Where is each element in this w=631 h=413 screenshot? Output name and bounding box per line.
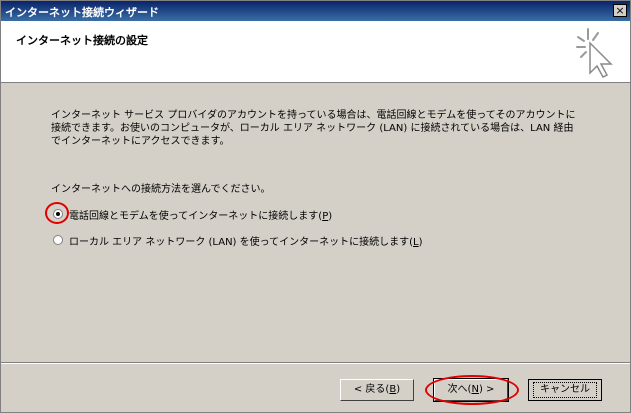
title-bar: インターネット接続ウィザード × [1, 1, 630, 21]
close-icon: × [615, 4, 625, 17]
option-lan[interactable]: ローカル エリア ネットワーク (LAN) を使ってインターネットに接続します(… [53, 232, 423, 248]
footer-divider-highlight [1, 363, 630, 364]
sparkle-cursor-icon [576, 28, 613, 78]
radio-modem[interactable] [53, 209, 63, 219]
window-title: インターネット接続ウィザード [5, 6, 159, 19]
close-button[interactable]: × [613, 4, 627, 17]
wizard-window: インターネット接続ウィザード × インターネット接続の設定 インターネット サー… [0, 0, 631, 413]
next-button[interactable]: 次へ(N) > [433, 378, 509, 402]
option-lan-label: ローカル エリア ネットワーク (LAN) を使ってインターネットに接続します(… [69, 236, 423, 248]
option-modem[interactable]: 電話回線とモデムを使ってインターネットに接続します(P) [53, 206, 332, 222]
connection-prompt: インターネットへの接続方法を選んでください。 [51, 184, 271, 195]
option-modem-label: 電話回線とモデムを使ってインターネットに接続します(P) [69, 210, 333, 222]
cancel-button[interactable]: キャンセル [528, 379, 602, 401]
radio-lan[interactable] [53, 235, 63, 245]
page-title: インターネット接続の設定 [16, 34, 148, 47]
back-button[interactable]: < 戻る(B) [340, 379, 414, 401]
intro-text: インターネット サービス プロバイダのアカウントを持っている場合は、電話回線とモ… [51, 110, 576, 147]
wizard-header: インターネット接続の設定 [1, 21, 630, 83]
